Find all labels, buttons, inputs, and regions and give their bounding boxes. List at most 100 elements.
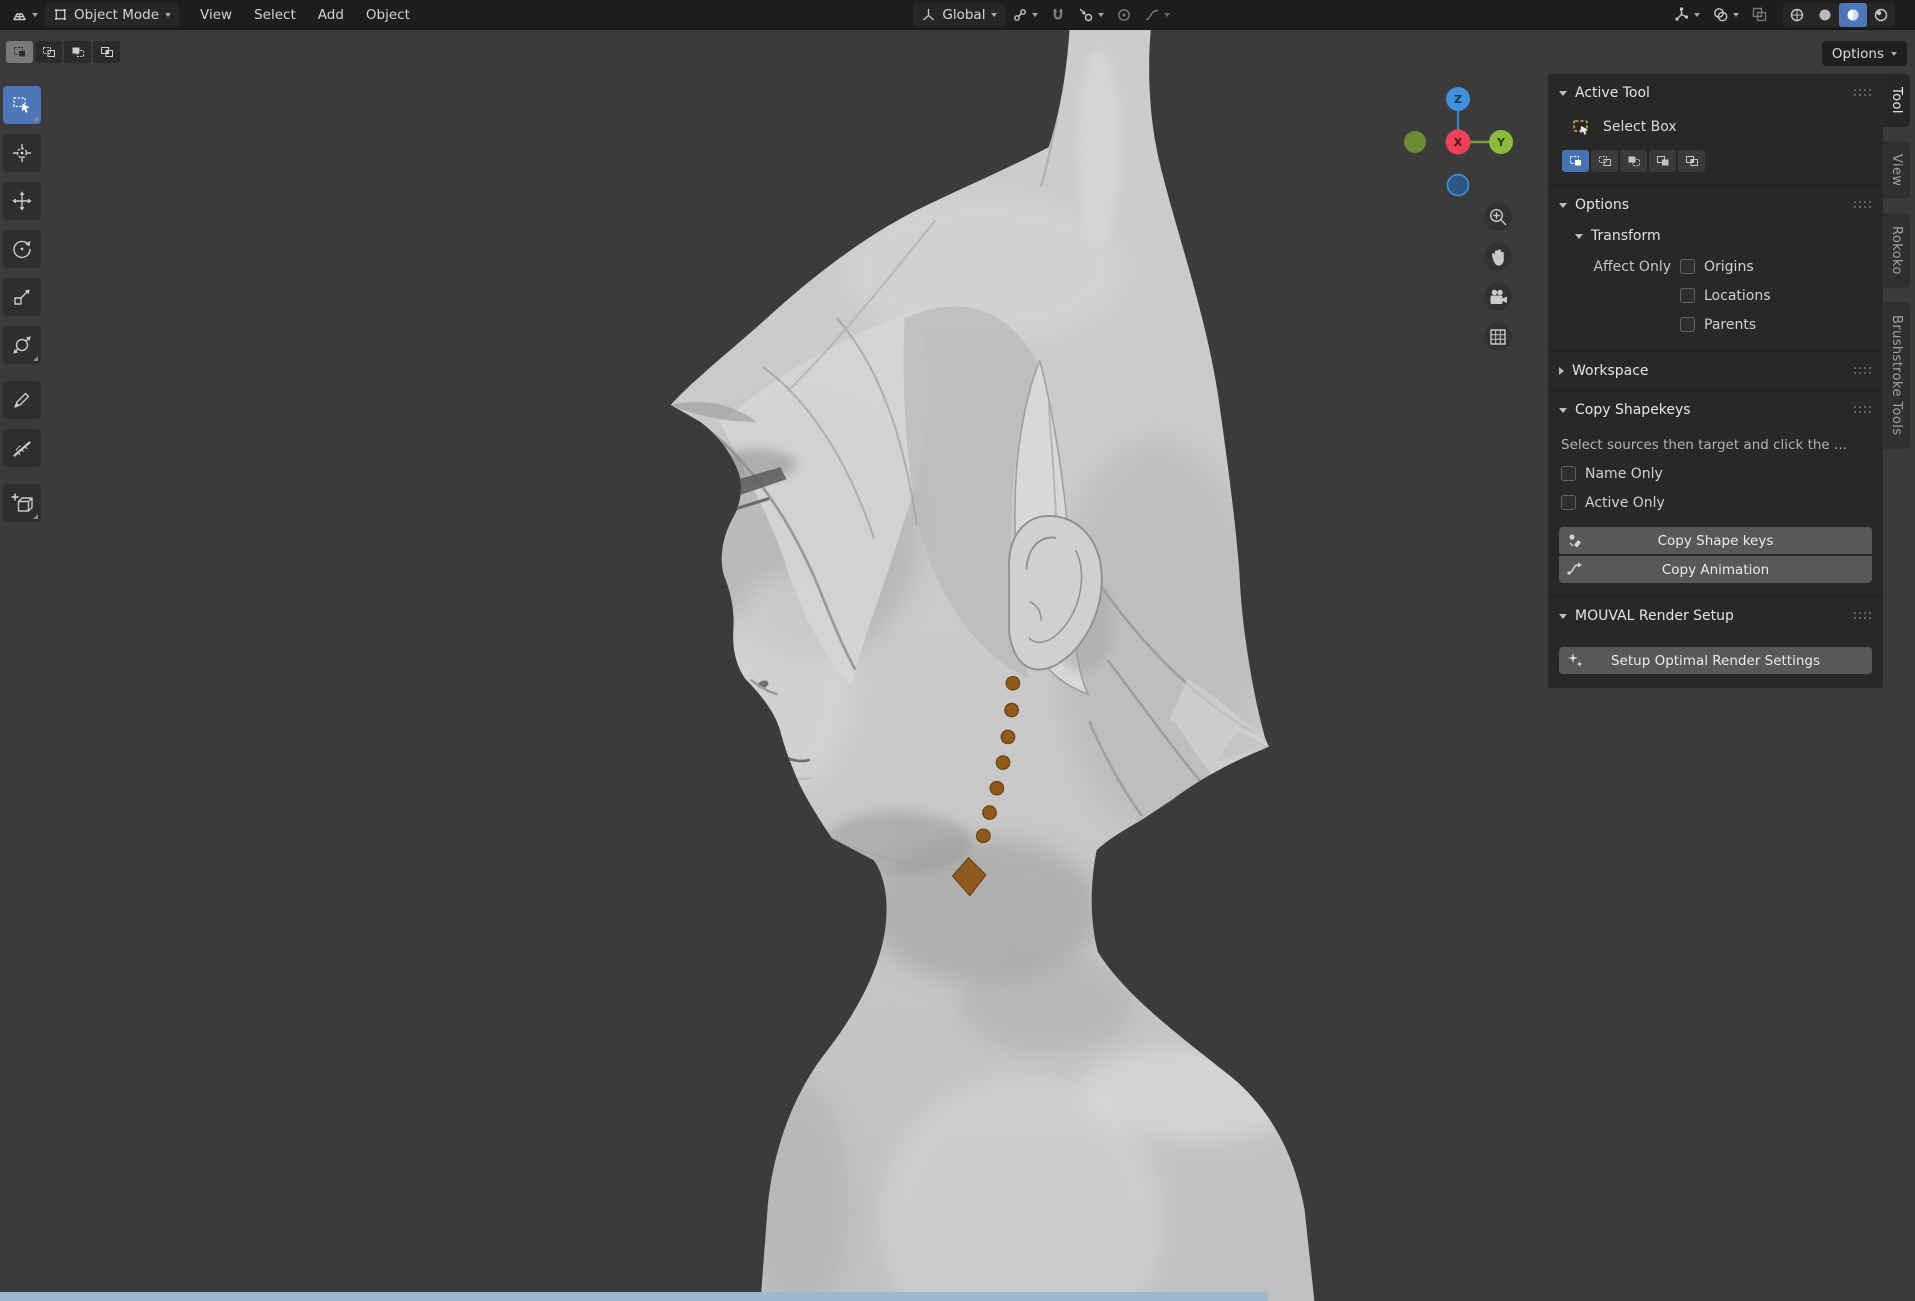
bottom-edge-strip (0, 1292, 1268, 1301)
menu-object[interactable]: Object (355, 0, 421, 30)
proportional-editing-toggle[interactable] (1111, 3, 1137, 27)
tool-add-cube[interactable] (3, 484, 41, 522)
origins-checkbox[interactable] (1680, 259, 1695, 274)
tool-move[interactable] (3, 182, 41, 220)
toggle-perspective-button[interactable] (1484, 323, 1512, 351)
select-extend-icon (1598, 156, 1611, 166)
show-gizmos-dropdown[interactable] (1668, 3, 1705, 27)
panel-grip-icon[interactable] (1854, 367, 1872, 375)
options-header[interactable]: Options (1548, 186, 1883, 224)
tool-cursor[interactable] (3, 134, 41, 172)
transform-subheader[interactable]: Transform (1548, 224, 1883, 252)
select-mode-set-button[interactable] (6, 41, 33, 63)
panel-grip-icon[interactable] (1854, 201, 1872, 209)
object-mode-dropdown[interactable]: Object Mode (45, 2, 180, 27)
viewport-options-dropdown[interactable]: Options (1821, 41, 1907, 66)
select-subtract-icon (1628, 156, 1640, 166)
tab-view[interactable]: View (1883, 140, 1910, 200)
panel-select-mode-subtract[interactable] (1620, 150, 1647, 172)
menu-select[interactable]: Select (243, 0, 307, 30)
camera-view-button[interactable] (1484, 283, 1512, 311)
add-cube-icon (11, 493, 33, 512)
chevron-down-icon (1164, 12, 1171, 17)
viewport-shading-solid-button[interactable] (1811, 3, 1839, 27)
show-overlays-dropdown[interactable] (1707, 3, 1744, 27)
chevron-down-icon (1891, 51, 1897, 56)
gizmo-axis-neg-y-ball[interactable] (1404, 131, 1426, 153)
select-subtract-icon (72, 47, 84, 57)
chevron-down-icon (1098, 12, 1105, 17)
copy-shapekeys-header[interactable]: Copy Shapekeys (1548, 391, 1883, 429)
sparkles-icon (1568, 653, 1583, 667)
gizmo-axis-neg-z-ball[interactable] (1446, 173, 1470, 197)
chevron-down-icon (1559, 202, 1567, 208)
select-extend-icon (42, 47, 55, 57)
panel-workspace: Workspace (1548, 352, 1883, 391)
select-mode-extend-button[interactable] (35, 41, 62, 63)
tab-brushstroke-tools[interactable]: Brushstroke Tools (1883, 302, 1910, 449)
menu-add[interactable]: Add (307, 0, 355, 30)
active-tool-header[interactable]: Active Tool (1548, 74, 1883, 112)
pivot-point-dropdown[interactable] (1007, 3, 1043, 27)
tool-measure[interactable] (3, 429, 41, 467)
active-tool-row: Select Box (1548, 112, 1883, 144)
zoom-button[interactable] (1484, 203, 1512, 231)
select-mode-strip (6, 41, 120, 63)
overlays-icon (1714, 8, 1728, 22)
copy-shape-keys-button[interactable]: Copy Shape keys (1559, 527, 1872, 554)
workspace-title: Workspace (1572, 363, 1649, 379)
viewport-shading-wireframe-button[interactable] (1783, 3, 1811, 27)
snap-toggle-button[interactable] (1045, 3, 1071, 27)
header-right-group (1668, 2, 1895, 27)
mouval-header[interactable]: MOUVAL Render Setup (1548, 597, 1883, 635)
viewport-shading-material-button[interactable] (1839, 2, 1867, 27)
active-only-checkbox[interactable] (1561, 495, 1576, 510)
panel-select-mode-set[interactable] (1562, 150, 1589, 172)
workspace-header[interactable]: Workspace (1548, 352, 1883, 390)
tool-select-box[interactable] (3, 86, 41, 124)
viewport-shading-rendered-button[interactable] (1867, 3, 1895, 27)
tool-rotate[interactable] (3, 230, 41, 268)
proportional-falloff-dropdown[interactable] (1139, 3, 1175, 27)
panel-grip-icon[interactable] (1854, 612, 1872, 620)
chevron-down-icon (991, 12, 998, 17)
setup-optimal-render-settings-button[interactable]: Setup Optimal Render Settings (1559, 647, 1872, 674)
panel-select-mode-extend[interactable] (1591, 150, 1618, 172)
affect-parents-row: Parents (1548, 310, 1883, 339)
tab-rokoko[interactable]: Rokoko (1883, 213, 1910, 289)
tool-scale[interactable] (3, 278, 41, 316)
panel-mouval-render-setup: MOUVAL Render Setup Setup Optimal Render… (1548, 597, 1883, 674)
header-left-group: Object Mode View Select Add Object (6, 0, 421, 30)
name-only-checkbox[interactable] (1561, 466, 1576, 481)
pan-hand-button[interactable] (1484, 243, 1512, 271)
camera-icon (1490, 289, 1507, 304)
panel-grip-icon[interactable] (1854, 406, 1872, 414)
toggle-xray-button[interactable] (1746, 3, 1773, 27)
editor-type-button[interactable] (6, 3, 43, 27)
panel-grip-icon[interactable] (1854, 89, 1872, 97)
select-mode-subtract-button[interactable] (64, 41, 91, 63)
tool-annotate[interactable] (3, 381, 41, 419)
panel-select-mode-invert[interactable] (1649, 150, 1676, 172)
select-mode-intersect-button[interactable] (93, 41, 120, 63)
navigation-gizmo[interactable]: Z Y X (1402, 86, 1514, 198)
viewport-3d[interactable]: Options Z Y X Active Tool Select Box Opt… (0, 30, 1915, 1301)
locations-label: Locations (1704, 287, 1771, 304)
copy-animation-button[interactable]: Copy Animation (1559, 556, 1872, 583)
sidebar-tabs: Tool View Rokoko Brushstroke Tools (1883, 74, 1915, 449)
panel-select-mode-intersect[interactable] (1678, 150, 1705, 172)
menu-view[interactable]: View (189, 0, 243, 30)
select-box-icon (13, 97, 30, 113)
viewport-options-label: Options (1831, 45, 1884, 62)
select-invert-icon (1656, 156, 1668, 166)
locations-checkbox[interactable] (1680, 288, 1695, 303)
affect-only-label: Affect Only (1593, 258, 1671, 275)
snap-settings-dropdown[interactable] (1073, 3, 1109, 27)
panel-copy-shapekeys: Copy Shapekeys Select sources then targe… (1548, 391, 1883, 597)
transform-orientation-dropdown[interactable]: Global (913, 2, 1006, 27)
parents-checkbox[interactable] (1680, 317, 1695, 332)
options-title: Options (1575, 197, 1630, 213)
tool-transform[interactable] (3, 326, 41, 364)
orientation-axes-icon (923, 8, 935, 21)
tab-tool[interactable]: Tool (1883, 74, 1910, 127)
